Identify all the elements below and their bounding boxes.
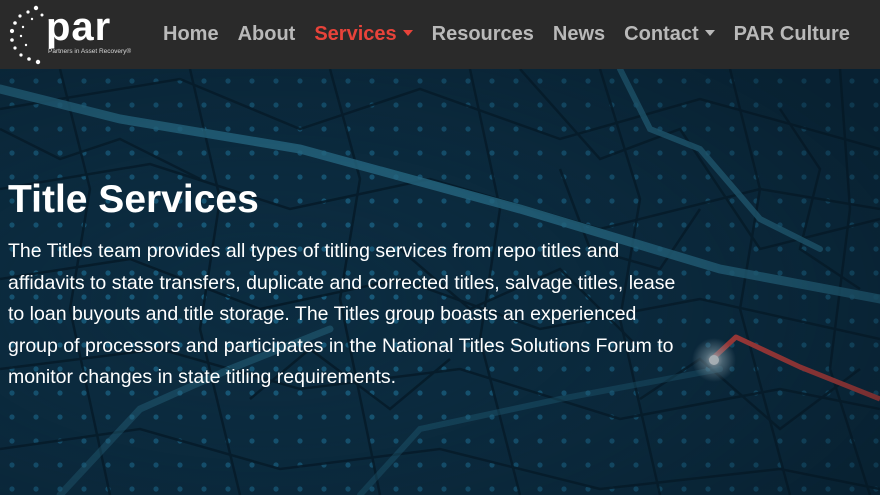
service-description: The Titles team provides all types of ti… xyxy=(8,240,676,388)
logo-tagline: Partners in Asset Recovery® xyxy=(48,48,132,55)
nav-label: Services xyxy=(314,23,397,45)
nav-services[interactable]: Services xyxy=(314,23,413,46)
navbar: par Partners in Asset Recovery® Home Abo… xyxy=(0,0,880,69)
nav-about[interactable]: About xyxy=(238,23,296,46)
nav-home[interactable]: Home xyxy=(163,23,219,46)
dotted-circle-icon xyxy=(9,5,44,65)
nav-news[interactable]: News xyxy=(553,23,605,46)
page-title: Title Services xyxy=(8,178,259,221)
caret-down-icon xyxy=(402,30,413,36)
logo-wordmark: par xyxy=(46,5,112,49)
hero-content: Title Services The Titles team provides … xyxy=(8,178,688,394)
main-nav: Home About Services Resources News Conta… xyxy=(163,0,869,69)
nav-label: Resources xyxy=(431,23,534,45)
nav-resources[interactable]: Resources xyxy=(432,23,534,46)
nav-label: About xyxy=(237,23,296,45)
nav-label: News xyxy=(552,23,606,45)
nav-par-culture[interactable]: PAR Culture xyxy=(734,23,850,46)
nav-contact[interactable]: Contact xyxy=(624,23,715,46)
nav-label: Contact xyxy=(624,23,699,45)
nav-label: PAR Culture xyxy=(733,23,850,45)
par-logo[interactable]: par Partners in Asset Recovery® xyxy=(6,3,146,67)
nav-label: Home xyxy=(163,23,219,45)
caret-down-icon xyxy=(704,30,715,36)
